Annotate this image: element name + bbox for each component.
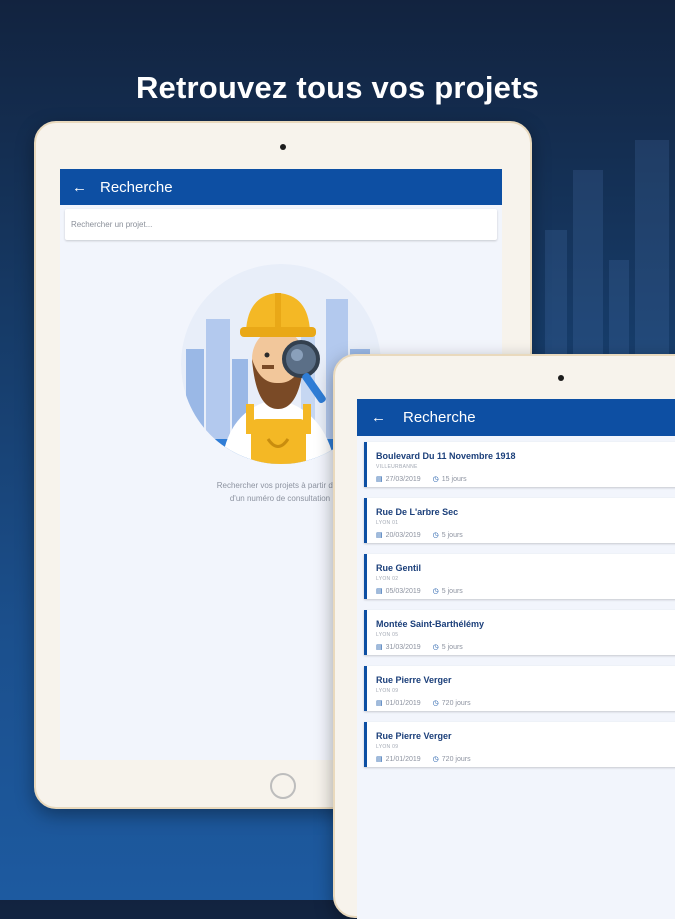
project-city: LYON 05 <box>376 632 399 638</box>
project-duration: 720 jours <box>441 755 471 763</box>
camera-icon <box>558 375 564 381</box>
calendar-icon: ▤ <box>376 532 383 539</box>
app-bar-title: Recherche <box>100 178 173 196</box>
project-city: LYON 01 <box>376 520 399 526</box>
app-bar-title: Recherche <box>403 409 476 426</box>
clock-icon: ◷ <box>432 588 439 595</box>
home-button[interactable] <box>270 773 296 799</box>
clock-icon: ◷ <box>432 756 439 763</box>
project-meta: ▤ 27/03/2019 ◷ 15 jours <box>376 475 467 484</box>
project-date: 05/03/2019 <box>385 587 421 595</box>
project-card[interactable]: Rue Pierre Verger LYON 09 ▤ 01/01/2019 ◷… <box>364 666 675 711</box>
project-title: Montée Saint-Barthélémy <box>376 619 485 629</box>
project-title: Rue Gentil <box>376 563 422 573</box>
project-meta: ▤ 05/03/2019 ◷ 5 jours <box>376 587 463 596</box>
project-card[interactable]: Rue De L'arbre Sec LYON 01 ▤ 20/03/2019 … <box>364 498 675 543</box>
project-city: LYON 09 <box>376 744 399 750</box>
project-duration: 5 jours <box>441 531 463 539</box>
project-city: LYON 02 <box>376 576 399 582</box>
clock-icon: ◷ <box>432 644 439 651</box>
project-duration: 15 jours <box>441 475 467 483</box>
headline: Retrouvez tous vos projets <box>135 70 540 105</box>
project-duration-group: ◷ 5 jours <box>432 587 463 596</box>
project-duration-group: ◷ 720 jours <box>432 755 471 764</box>
camera-icon <box>280 144 286 150</box>
screen-right: ← Recherche Boulevard Du 11 Novembre 191… <box>357 399 675 919</box>
search-placeholder: Rechercher un projet... <box>71 220 153 229</box>
project-date: 27/03/2019 <box>385 475 421 483</box>
project-date: 21/01/2019 <box>385 755 421 763</box>
project-date: 01/01/2019 <box>385 699 421 707</box>
clock-icon: ◷ <box>432 476 439 483</box>
calendar-icon: ▤ <box>376 756 383 763</box>
project-card[interactable]: Rue Gentil LYON 02 ▤ 05/03/2019 ◷ 5 jours <box>364 554 675 599</box>
project-meta: ▤ 31/03/2019 ◷ 5 jours <box>376 643 463 652</box>
project-duration-group: ◷ 15 jours <box>432 475 467 484</box>
project-date: 31/03/2019 <box>385 643 421 651</box>
project-card[interactable]: Boulevard Du 11 Novembre 1918 VILLEURBAN… <box>364 442 675 487</box>
project-meta: ▤ 21/01/2019 ◷ 720 jours <box>376 755 471 764</box>
project-city: VILLEURBANNE <box>376 464 418 470</box>
project-date: 20/03/2019 <box>385 531 421 539</box>
app-bar: ← Recherche <box>357 399 675 436</box>
project-meta: ▤ 01/01/2019 ◷ 720 jours <box>376 699 471 708</box>
search-input[interactable]: Rechercher un projet... <box>65 209 497 240</box>
tablet-right: ← Recherche Boulevard Du 11 Novembre 191… <box>333 354 675 919</box>
project-title: Rue Pierre Verger <box>376 675 452 685</box>
calendar-icon: ▤ <box>376 700 383 707</box>
project-duration: 5 jours <box>441 643 463 651</box>
calendar-icon: ▤ <box>376 476 383 483</box>
project-duration: 720 jours <box>441 699 471 707</box>
project-card[interactable]: Rue Pierre Verger LYON 09 ▤ 21/01/2019 ◷… <box>364 722 675 767</box>
clock-icon: ◷ <box>432 700 439 707</box>
project-card[interactable]: Montée Saint-Barthélémy LYON 05 ▤ 31/03/… <box>364 610 675 655</box>
clock-icon: ◷ <box>432 532 439 539</box>
project-duration-group: ◷ 720 jours <box>432 699 471 708</box>
project-duration: 5 jours <box>441 587 463 595</box>
calendar-icon: ▤ <box>376 644 383 651</box>
project-list: Boulevard Du 11 Novembre 1918 VILLEURBAN… <box>357 436 675 767</box>
project-title: Rue De L'arbre Sec <box>376 507 459 517</box>
project-title: Rue Pierre Verger <box>376 731 452 741</box>
calendar-icon: ▤ <box>376 588 383 595</box>
project-meta: ▤ 20/03/2019 ◷ 5 jours <box>376 531 463 540</box>
back-arrow-icon[interactable]: ← <box>72 179 100 196</box>
app-bar: ← Recherche <box>60 169 502 205</box>
project-duration-group: ◷ 5 jours <box>432 643 463 652</box>
back-arrow-icon[interactable]: ← <box>371 409 403 426</box>
project-duration-group: ◷ 5 jours <box>432 531 463 540</box>
project-title: Boulevard Du 11 Novembre 1918 <box>376 451 516 461</box>
project-city: LYON 09 <box>376 688 399 694</box>
